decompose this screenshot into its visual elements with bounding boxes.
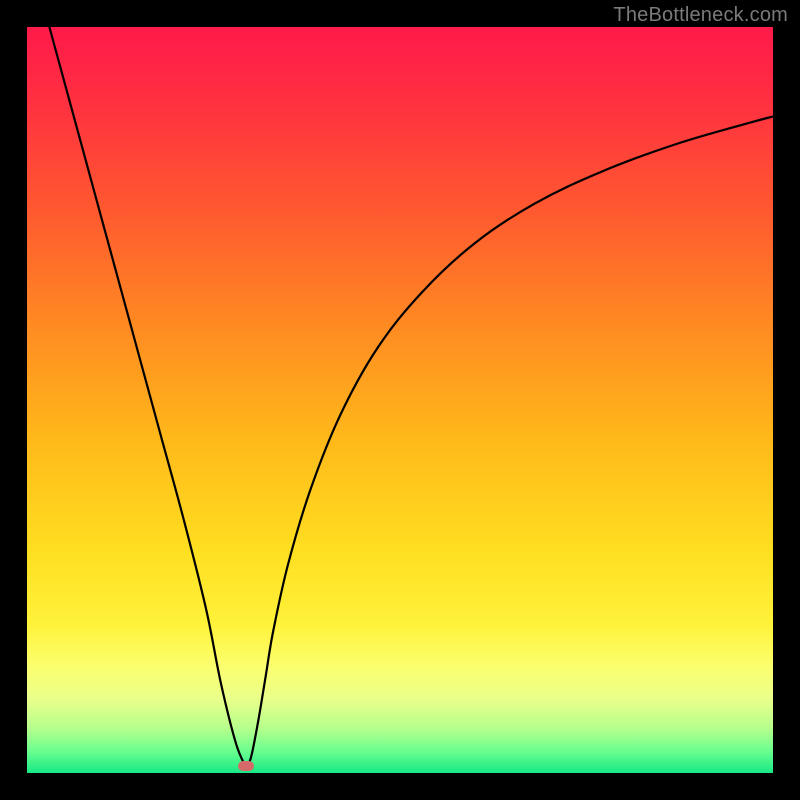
chart-frame: TheBottleneck.com [0, 0, 800, 800]
background-gradient [27, 27, 773, 773]
plot-area [27, 27, 773, 773]
watermark-text: TheBottleneck.com [613, 4, 788, 27]
bottleneck-marker [238, 761, 254, 771]
